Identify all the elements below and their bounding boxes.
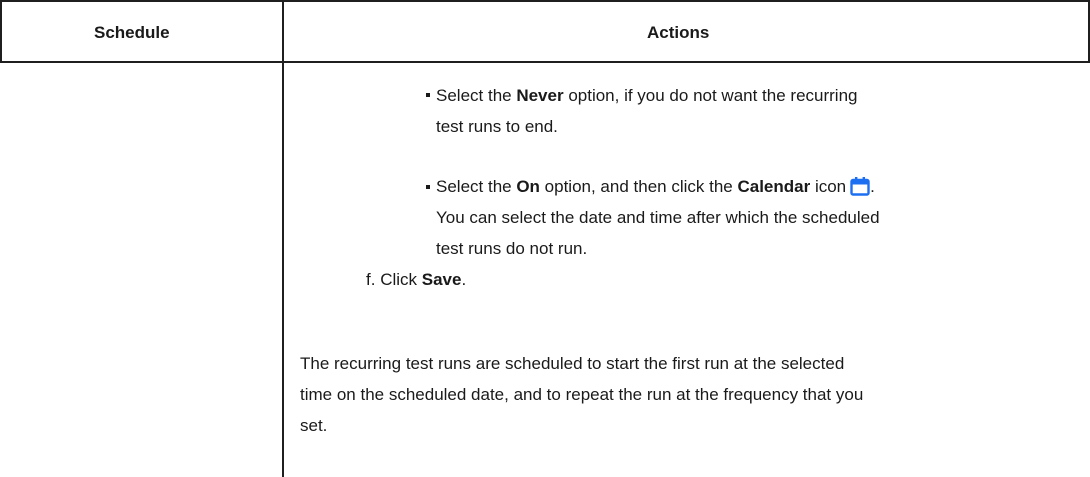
table-right-border — [1088, 0, 1090, 61]
bullet-on-line2: You can select the date and time after w… — [436, 208, 880, 227]
bold-calendar: Calendar — [737, 177, 811, 196]
bold-on: On — [516, 177, 540, 196]
header-schedule: Schedule — [94, 23, 170, 42]
result-paragraph-line1: The recurring test runs are scheduled to… — [300, 354, 845, 373]
text: . — [461, 270, 467, 289]
text: . — [870, 177, 875, 196]
text: option, and then click the — [539, 177, 738, 196]
bullet-never-line2: test runs to end. — [436, 117, 558, 136]
text: Select the — [436, 177, 517, 196]
text: icon — [810, 177, 847, 196]
bullet-marker — [426, 93, 430, 97]
bullet-never-line1: Select the Never option, if you do not w… — [436, 80, 858, 112]
table-top-border — [0, 0, 1090, 2]
header-bottom-border — [0, 61, 1090, 63]
bold-save: Save — [421, 270, 462, 289]
result-paragraph-line2: time on the scheduled date, and to repea… — [300, 385, 864, 404]
step-f: f. Click Save. — [366, 264, 466, 296]
step-marker: f. — [366, 270, 376, 289]
table-left-border — [0, 0, 2, 61]
column-divider — [282, 0, 284, 477]
bold-never: Never — [516, 86, 564, 105]
text: option, if you do not want the recurring — [563, 86, 858, 105]
result-paragraph-line3: set. — [300, 416, 328, 435]
header-actions: Actions — [647, 23, 710, 42]
text: Click — [380, 270, 422, 289]
bullet-marker — [426, 185, 430, 189]
text: Select the — [436, 86, 517, 105]
schedule-actions-table: Schedule Actions Select the Never option… — [0, 0, 1090, 477]
bullet-on-line3: test runs do not run. — [436, 239, 588, 258]
